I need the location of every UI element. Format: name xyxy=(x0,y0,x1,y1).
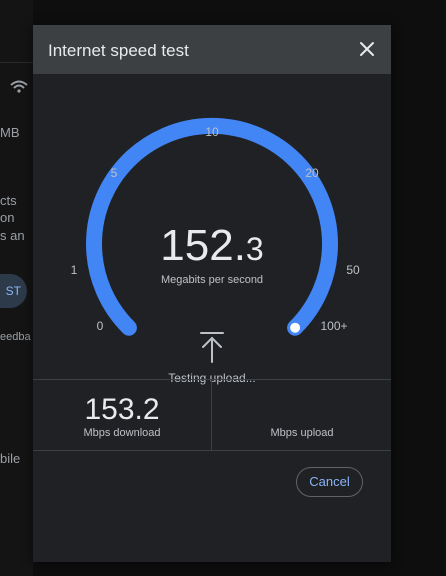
cancel-button[interactable]: Cancel xyxy=(296,467,363,497)
scale-label: 10 xyxy=(205,125,219,139)
background-text: s an xyxy=(0,228,25,243)
speed-test-dialog: Internet speed test 0 1 5 10 20 50 100+ … xyxy=(33,25,391,562)
speed-gauge: 0 1 5 10 20 50 100+ 152.3 Megabits per s… xyxy=(71,117,360,385)
wifi-icon xyxy=(10,80,28,97)
background-text: cts xyxy=(0,193,17,208)
scale-label: 0 xyxy=(97,319,104,333)
background-text: eedba xyxy=(0,331,31,343)
results-divider-vertical xyxy=(211,380,212,450)
test-status: Testing upload... xyxy=(168,371,255,385)
download-label: Mbps download xyxy=(83,427,161,439)
speed-value-whole: 152. xyxy=(160,221,246,270)
scale-label: 100+ xyxy=(320,319,347,333)
background-text: on xyxy=(0,210,15,225)
gauge-knob xyxy=(288,320,303,335)
scale-label: 20 xyxy=(305,166,319,180)
scale-label: 1 xyxy=(71,263,78,277)
upload-label: Mbps upload xyxy=(270,427,334,439)
background-text: bile xyxy=(0,451,21,466)
speed-value: 152.3 xyxy=(160,221,263,270)
results-divider-bottom xyxy=(33,450,391,451)
close-button[interactable] xyxy=(357,39,377,59)
close-icon xyxy=(360,42,374,56)
background-text: MB xyxy=(0,125,20,140)
speed-value-decimal: 3 xyxy=(246,231,264,267)
speed-unit: Megabits per second xyxy=(161,274,263,286)
scale-label: 50 xyxy=(346,263,360,277)
dialog-header: Internet speed test xyxy=(33,25,391,74)
dialog-title: Internet speed test xyxy=(48,41,189,60)
download-value: 153.2 xyxy=(84,393,160,426)
results-divider-top xyxy=(33,379,391,380)
scale-label: 5 xyxy=(111,166,118,180)
background-divider xyxy=(0,62,33,63)
upload-arrow-icon xyxy=(200,332,224,363)
